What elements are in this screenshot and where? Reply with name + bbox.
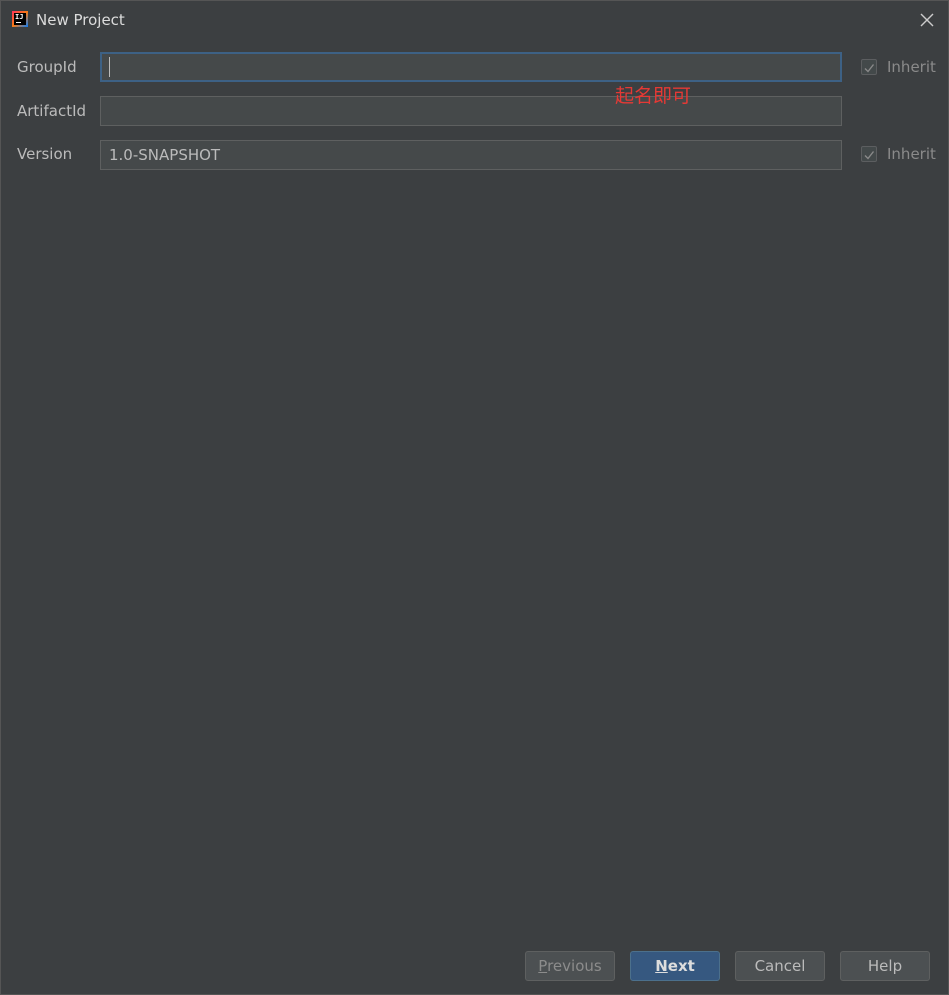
group-id-inherit-label: Inherit <box>887 58 936 76</box>
next-label: ext <box>667 957 695 975</box>
previous-label: revious <box>547 957 602 975</box>
next-mnemonic: N <box>655 957 668 975</box>
check-icon <box>864 64 875 73</box>
new-project-dialog: IJ New Project GroupId Inherit ArtifactI… <box>0 0 949 995</box>
version-inherit-checkbox[interactable] <box>861 146 877 162</box>
text-caret <box>109 57 110 77</box>
next-button[interactable]: Next <box>630 951 720 981</box>
close-icon[interactable] <box>916 9 938 31</box>
previous-mnemonic: P <box>538 957 548 975</box>
title-bar: IJ New Project <box>1 1 948 39</box>
group-id-label: GroupId <box>17 58 77 76</box>
artifact-id-input[interactable] <box>100 96 842 126</box>
intellij-idea-icon: IJ <box>12 11 28 27</box>
group-id-inherit-checkbox[interactable] <box>861 59 877 75</box>
annotation-note: 起名即可 <box>615 85 692 107</box>
cancel-button[interactable]: Cancel <box>735 951 825 981</box>
previous-button[interactable]: Previous <box>525 951 615 981</box>
group-id-input[interactable] <box>100 52 842 82</box>
check-icon <box>864 151 875 160</box>
dialog-title: New Project <box>36 11 125 29</box>
help-button[interactable]: Help <box>840 951 930 981</box>
artifact-id-label: ArtifactId <box>17 102 87 120</box>
version-label: Version <box>17 145 73 163</box>
version-input[interactable] <box>100 140 842 170</box>
version-inherit-label: Inherit <box>887 145 936 163</box>
